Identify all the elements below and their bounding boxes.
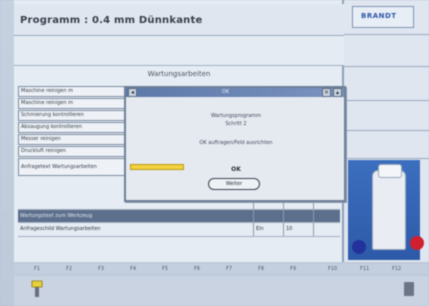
fkey-label[interactable]: F3 bbox=[98, 264, 104, 274]
dialog-message-line: Wartungsprogramm bbox=[210, 113, 262, 119]
fkey-label[interactable]: F7 bbox=[226, 264, 232, 274]
wrench-icon[interactable] bbox=[30, 280, 44, 298]
fkey-label[interactable]: F2 bbox=[66, 264, 72, 274]
fkey-label[interactable]: F11 bbox=[360, 264, 369, 274]
dialog-title: OK bbox=[222, 89, 230, 95]
table-cell: 10 bbox=[284, 223, 314, 236]
fkey-label[interactable]: F9 bbox=[290, 264, 296, 274]
dialog-input-field[interactable] bbox=[130, 164, 184, 170]
maintenance-menu: Maschine reinigen m Maschine reinigen m … bbox=[18, 86, 128, 177]
close-icon[interactable]: × bbox=[322, 88, 331, 97]
dialog-confirm-button[interactable]: Weiter bbox=[208, 178, 260, 190]
minimize-icon[interactable]: ◂ bbox=[128, 88, 137, 97]
fkey-label[interactable]: F12 bbox=[392, 264, 401, 274]
logo-text: BRANDT bbox=[361, 12, 397, 20]
scroll-up-icon[interactable]: ▴ bbox=[333, 88, 342, 97]
logo: BRANDT bbox=[352, 6, 414, 28]
program-title-bar: Programm : 0.4 mm Dünnkante bbox=[14, 4, 344, 36]
hmi-screen: Programm : 0.4 mm Dünnkante Wartungsarbe… bbox=[0, 0, 429, 306]
table-cell: Ein bbox=[254, 223, 284, 236]
column-header bbox=[254, 210, 284, 222]
menu-item[interactable]: Maschine reinigen m bbox=[18, 86, 128, 97]
maintenance-table: Wartungstext zum Werkzeug Anfrageschild … bbox=[18, 196, 340, 237]
machine-body-icon bbox=[372, 170, 406, 250]
dialog-message: Wartungsprogramm Schritt 2 bbox=[166, 112, 306, 128]
right-divider bbox=[344, 34, 429, 35]
dialog-titlebar: OK ◂ × ▴ bbox=[126, 88, 344, 97]
menu-item[interactable]: Schmierung kontrollieren bbox=[18, 110, 128, 121]
menu-item[interactable]: Anfragetext Wartungsarbeiten bbox=[18, 158, 128, 176]
right-divider bbox=[344, 66, 429, 67]
table-row[interactable]: Anfrageschild Wartungsarbeiten Ein 10 bbox=[18, 223, 340, 237]
bottom-toolbar bbox=[14, 276, 429, 306]
fkey-label[interactable]: F1 bbox=[34, 264, 40, 274]
header-row-1 bbox=[14, 36, 344, 66]
menu-item[interactable]: Druckluft reinigen bbox=[18, 146, 128, 157]
section-title: Wartungsarbeiten bbox=[147, 70, 211, 78]
column-header: Wartungstext zum Werkzeug bbox=[18, 210, 254, 222]
exit-icon[interactable] bbox=[404, 282, 414, 296]
table-header-row: Wartungstext zum Werkzeug bbox=[18, 210, 340, 223]
dialog-message-line: Schritt 2 bbox=[225, 121, 247, 127]
machine-head-icon bbox=[378, 164, 402, 178]
menu-item[interactable]: Maschine reinigen m bbox=[18, 98, 128, 109]
dialog-ok-label: OK bbox=[231, 166, 241, 173]
menu-item[interactable]: Messer reinigen bbox=[18, 134, 128, 145]
fkey-label[interactable]: F4 bbox=[130, 264, 136, 274]
fkey-label[interactable]: F6 bbox=[194, 264, 200, 274]
table-cell: Anfrageschild Wartungsarbeiten bbox=[18, 223, 254, 236]
fkey-label[interactable]: F5 bbox=[162, 264, 168, 274]
status-indicator-red bbox=[410, 236, 424, 250]
dialog-instruction: OK auftragen/Feld ausrichten bbox=[199, 140, 273, 146]
menu-item[interactable]: Absaugung kontrollieren bbox=[18, 122, 128, 133]
fkey-label[interactable]: F10 bbox=[328, 264, 337, 274]
right-divider bbox=[344, 100, 429, 101]
message-dialog: OK ◂ × ▴ Wartungsprogramm Schritt 2 OK a… bbox=[124, 86, 346, 202]
right-divider bbox=[344, 130, 429, 131]
fkey-label[interactable]: F8 bbox=[258, 264, 264, 274]
function-key-bar: F1 F2 F3 F4 F5 F6 F7 F8 F9 F10 F11 F12 bbox=[14, 264, 429, 274]
program-title: Programm : 0.4 mm Dünnkante bbox=[20, 15, 203, 26]
status-indicator-blue bbox=[352, 240, 366, 254]
column-header bbox=[284, 210, 314, 222]
right-divider bbox=[344, 158, 429, 159]
